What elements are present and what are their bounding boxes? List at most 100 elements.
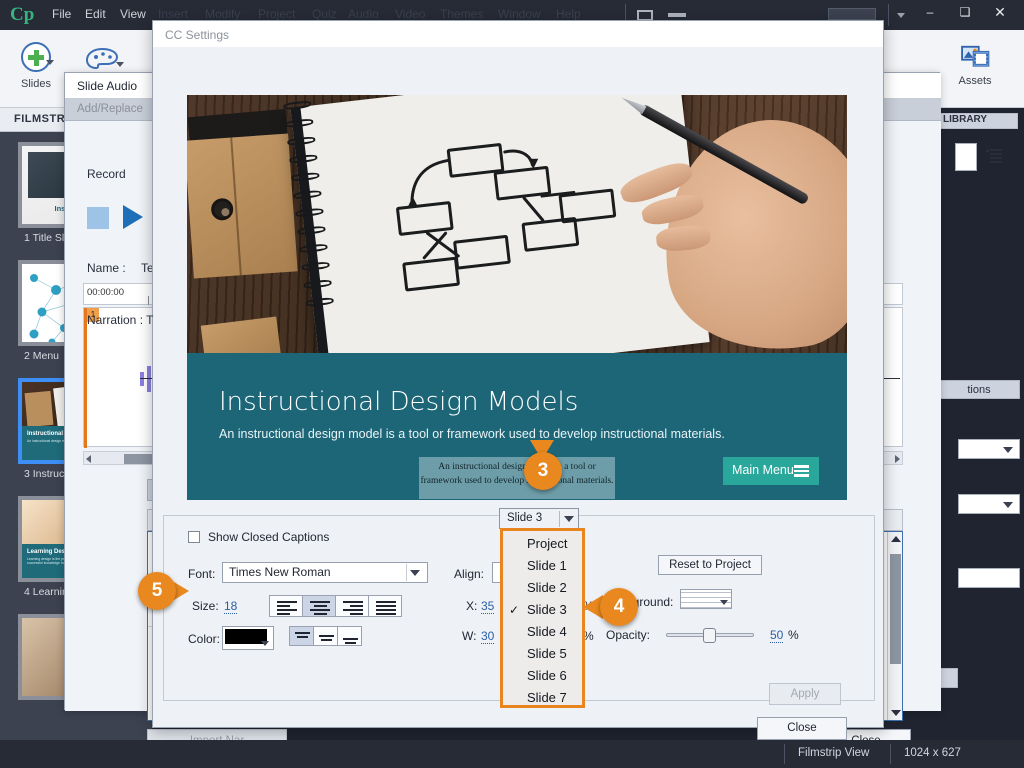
align-center-button[interactable] bbox=[302, 595, 336, 617]
align-label: Align: bbox=[454, 567, 485, 581]
dropdown-option-slide-3[interactable]: Slide 3 bbox=[503, 599, 582, 621]
font-value: Times New Roman bbox=[229, 565, 331, 579]
properties-tab[interactable]: tions bbox=[938, 380, 1020, 399]
dropdown-option-slide-1[interactable]: Slide 1 bbox=[503, 555, 582, 577]
dialog-close-button[interactable]: Close bbox=[757, 717, 847, 740]
size-value[interactable]: 18 bbox=[224, 599, 238, 614]
dropdown-option-slide-7[interactable]: Slide 7 bbox=[503, 687, 582, 709]
dropdown-option-slide-2[interactable]: Slide 2 bbox=[503, 577, 582, 599]
captivate-logo: Cp bbox=[10, 4, 35, 25]
kraft-envelope bbox=[187, 133, 298, 279]
narration-label: Narration : T bbox=[87, 313, 154, 327]
themes-tool[interactable] bbox=[78, 44, 126, 74]
callout-badge-5: 5 bbox=[138, 572, 176, 610]
align-right-button[interactable] bbox=[335, 595, 369, 617]
align-left-button[interactable] bbox=[269, 595, 303, 617]
scroll-left-icon[interactable] bbox=[86, 455, 91, 463]
slide-selector-value: Slide 3 bbox=[507, 512, 543, 524]
playhead[interactable] bbox=[84, 308, 87, 448]
layout-icon-2[interactable] bbox=[668, 13, 686, 17]
show-closed-captions-checkbox[interactable] bbox=[188, 531, 200, 543]
main-menu-label: Main Menu bbox=[732, 463, 794, 477]
app-root: Cp File Edit View Insert Modify Project … bbox=[0, 0, 1024, 768]
size-label: Size: bbox=[192, 599, 219, 613]
font-select[interactable]: Times New Roman bbox=[222, 562, 428, 583]
preview-photo bbox=[187, 95, 847, 353]
preview-text-band: Instructional Design Models An instructi… bbox=[187, 353, 847, 500]
main-menu-button[interactable]: Main Menu bbox=[723, 457, 819, 485]
opacity-label: Opacity: bbox=[606, 628, 651, 642]
scroll-down-icon[interactable] bbox=[891, 710, 901, 716]
status-dimensions: 1024 x 627 bbox=[904, 747, 961, 759]
right-field-3[interactable] bbox=[958, 568, 1020, 588]
menu-edit[interactable]: Edit bbox=[85, 7, 106, 21]
valign-top-button[interactable] bbox=[289, 626, 314, 646]
menu-project[interactable]: Project bbox=[258, 7, 295, 21]
right-combo-2[interactable] bbox=[958, 494, 1020, 514]
color-picker[interactable] bbox=[222, 626, 274, 650]
themes-chevron-down-icon[interactable] bbox=[116, 62, 124, 67]
menu-help[interactable]: Help bbox=[556, 7, 581, 21]
color-label: Color: bbox=[188, 632, 221, 646]
window-minimize-button[interactable]: – bbox=[915, 2, 945, 22]
slides-chevron-down-icon[interactable] bbox=[46, 60, 54, 65]
dropdown-option-slide-6[interactable]: Slide 6 bbox=[503, 665, 582, 687]
horizontal-align-group[interactable] bbox=[269, 595, 402, 617]
menu-file[interactable]: File bbox=[52, 7, 71, 21]
callout-badge-4: 4 bbox=[600, 588, 638, 626]
library-menu-icon[interactable] bbox=[985, 148, 1003, 164]
scrollbar-thumb[interactable] bbox=[890, 554, 901, 664]
menu-modify[interactable]: Modify bbox=[205, 7, 240, 21]
apply-button[interactable]: Apply bbox=[769, 683, 841, 705]
timeline-start-time: 00:00:00 bbox=[87, 287, 124, 298]
flowchart-sketch bbox=[396, 143, 617, 292]
window-close-button[interactable]: ✕ bbox=[985, 2, 1015, 22]
background-picker[interactable] bbox=[680, 589, 732, 609]
window-maximize-button[interactable]: ❑ bbox=[950, 2, 980, 22]
menu-themes[interactable]: Themes bbox=[440, 7, 483, 21]
assets-icon bbox=[961, 45, 990, 67]
reset-to-project-button[interactable]: Reset to Project bbox=[658, 555, 762, 575]
add-slide-icon bbox=[21, 42, 51, 72]
dropdown-option-project[interactable]: Project bbox=[503, 533, 582, 555]
slide-selector-dropdown-list[interactable]: Project Slide 1 Slide 2 ✓ Slide 3 Slide … bbox=[500, 528, 585, 708]
library-tab[interactable]: LIBRARY bbox=[938, 113, 1018, 129]
menu-insert[interactable]: Insert bbox=[158, 7, 188, 21]
assets-tool[interactable]: Assets bbox=[948, 44, 1002, 87]
name-label: Name : bbox=[87, 261, 126, 275]
opacity-value[interactable]: 50 bbox=[770, 628, 784, 643]
valign-middle-button[interactable] bbox=[313, 626, 338, 646]
scroll-up-icon[interactable] bbox=[891, 536, 901, 542]
dropdown-option-slide-5[interactable]: Slide 5 bbox=[503, 643, 582, 665]
caption-grid-vertical-scrollbar[interactable] bbox=[887, 532, 902, 720]
w-value[interactable]: 30 bbox=[481, 629, 495, 644]
hamburger-icon bbox=[794, 465, 809, 477]
chevron-down-icon[interactable] bbox=[897, 13, 905, 18]
library-preview-box[interactable] bbox=[955, 143, 977, 171]
valign-bottom-button[interactable] bbox=[337, 626, 362, 646]
scroll-right-icon[interactable] bbox=[895, 455, 900, 463]
stop-button[interactable] bbox=[87, 207, 109, 229]
slide-selector-button[interactable]: Slide 3 bbox=[499, 508, 579, 529]
slides-tool-label: Slides bbox=[21, 78, 51, 90]
menu-view[interactable]: View bbox=[120, 7, 146, 21]
slides-tool[interactable]: Slides bbox=[8, 42, 64, 90]
dropdown-option-slide-4[interactable]: Slide 4 bbox=[503, 621, 582, 643]
align-justify-button[interactable] bbox=[368, 595, 402, 617]
show-closed-captions-label: Show Closed Captions bbox=[208, 530, 330, 544]
dialog-title: CC Settings bbox=[153, 21, 883, 47]
thumb-envelope bbox=[24, 390, 54, 428]
status-view-mode[interactable]: Filmstrip View bbox=[798, 747, 869, 759]
play-button[interactable] bbox=[123, 205, 143, 229]
search-field[interactable] bbox=[828, 8, 876, 20]
right-combo-1[interactable] bbox=[958, 439, 1020, 459]
vertical-align-group[interactable] bbox=[289, 626, 362, 646]
menu-video[interactable]: Video bbox=[395, 7, 425, 21]
opacity-unit: % bbox=[788, 628, 799, 642]
x-value[interactable]: 35 bbox=[481, 599, 495, 614]
preview-heading: Instructional Design Models bbox=[219, 387, 579, 417]
menu-quiz[interactable]: Quiz bbox=[312, 7, 337, 21]
menu-window[interactable]: Window bbox=[498, 7, 541, 21]
opacity-slider-thumb[interactable] bbox=[703, 628, 716, 643]
menu-audio[interactable]: Audio bbox=[348, 7, 379, 21]
